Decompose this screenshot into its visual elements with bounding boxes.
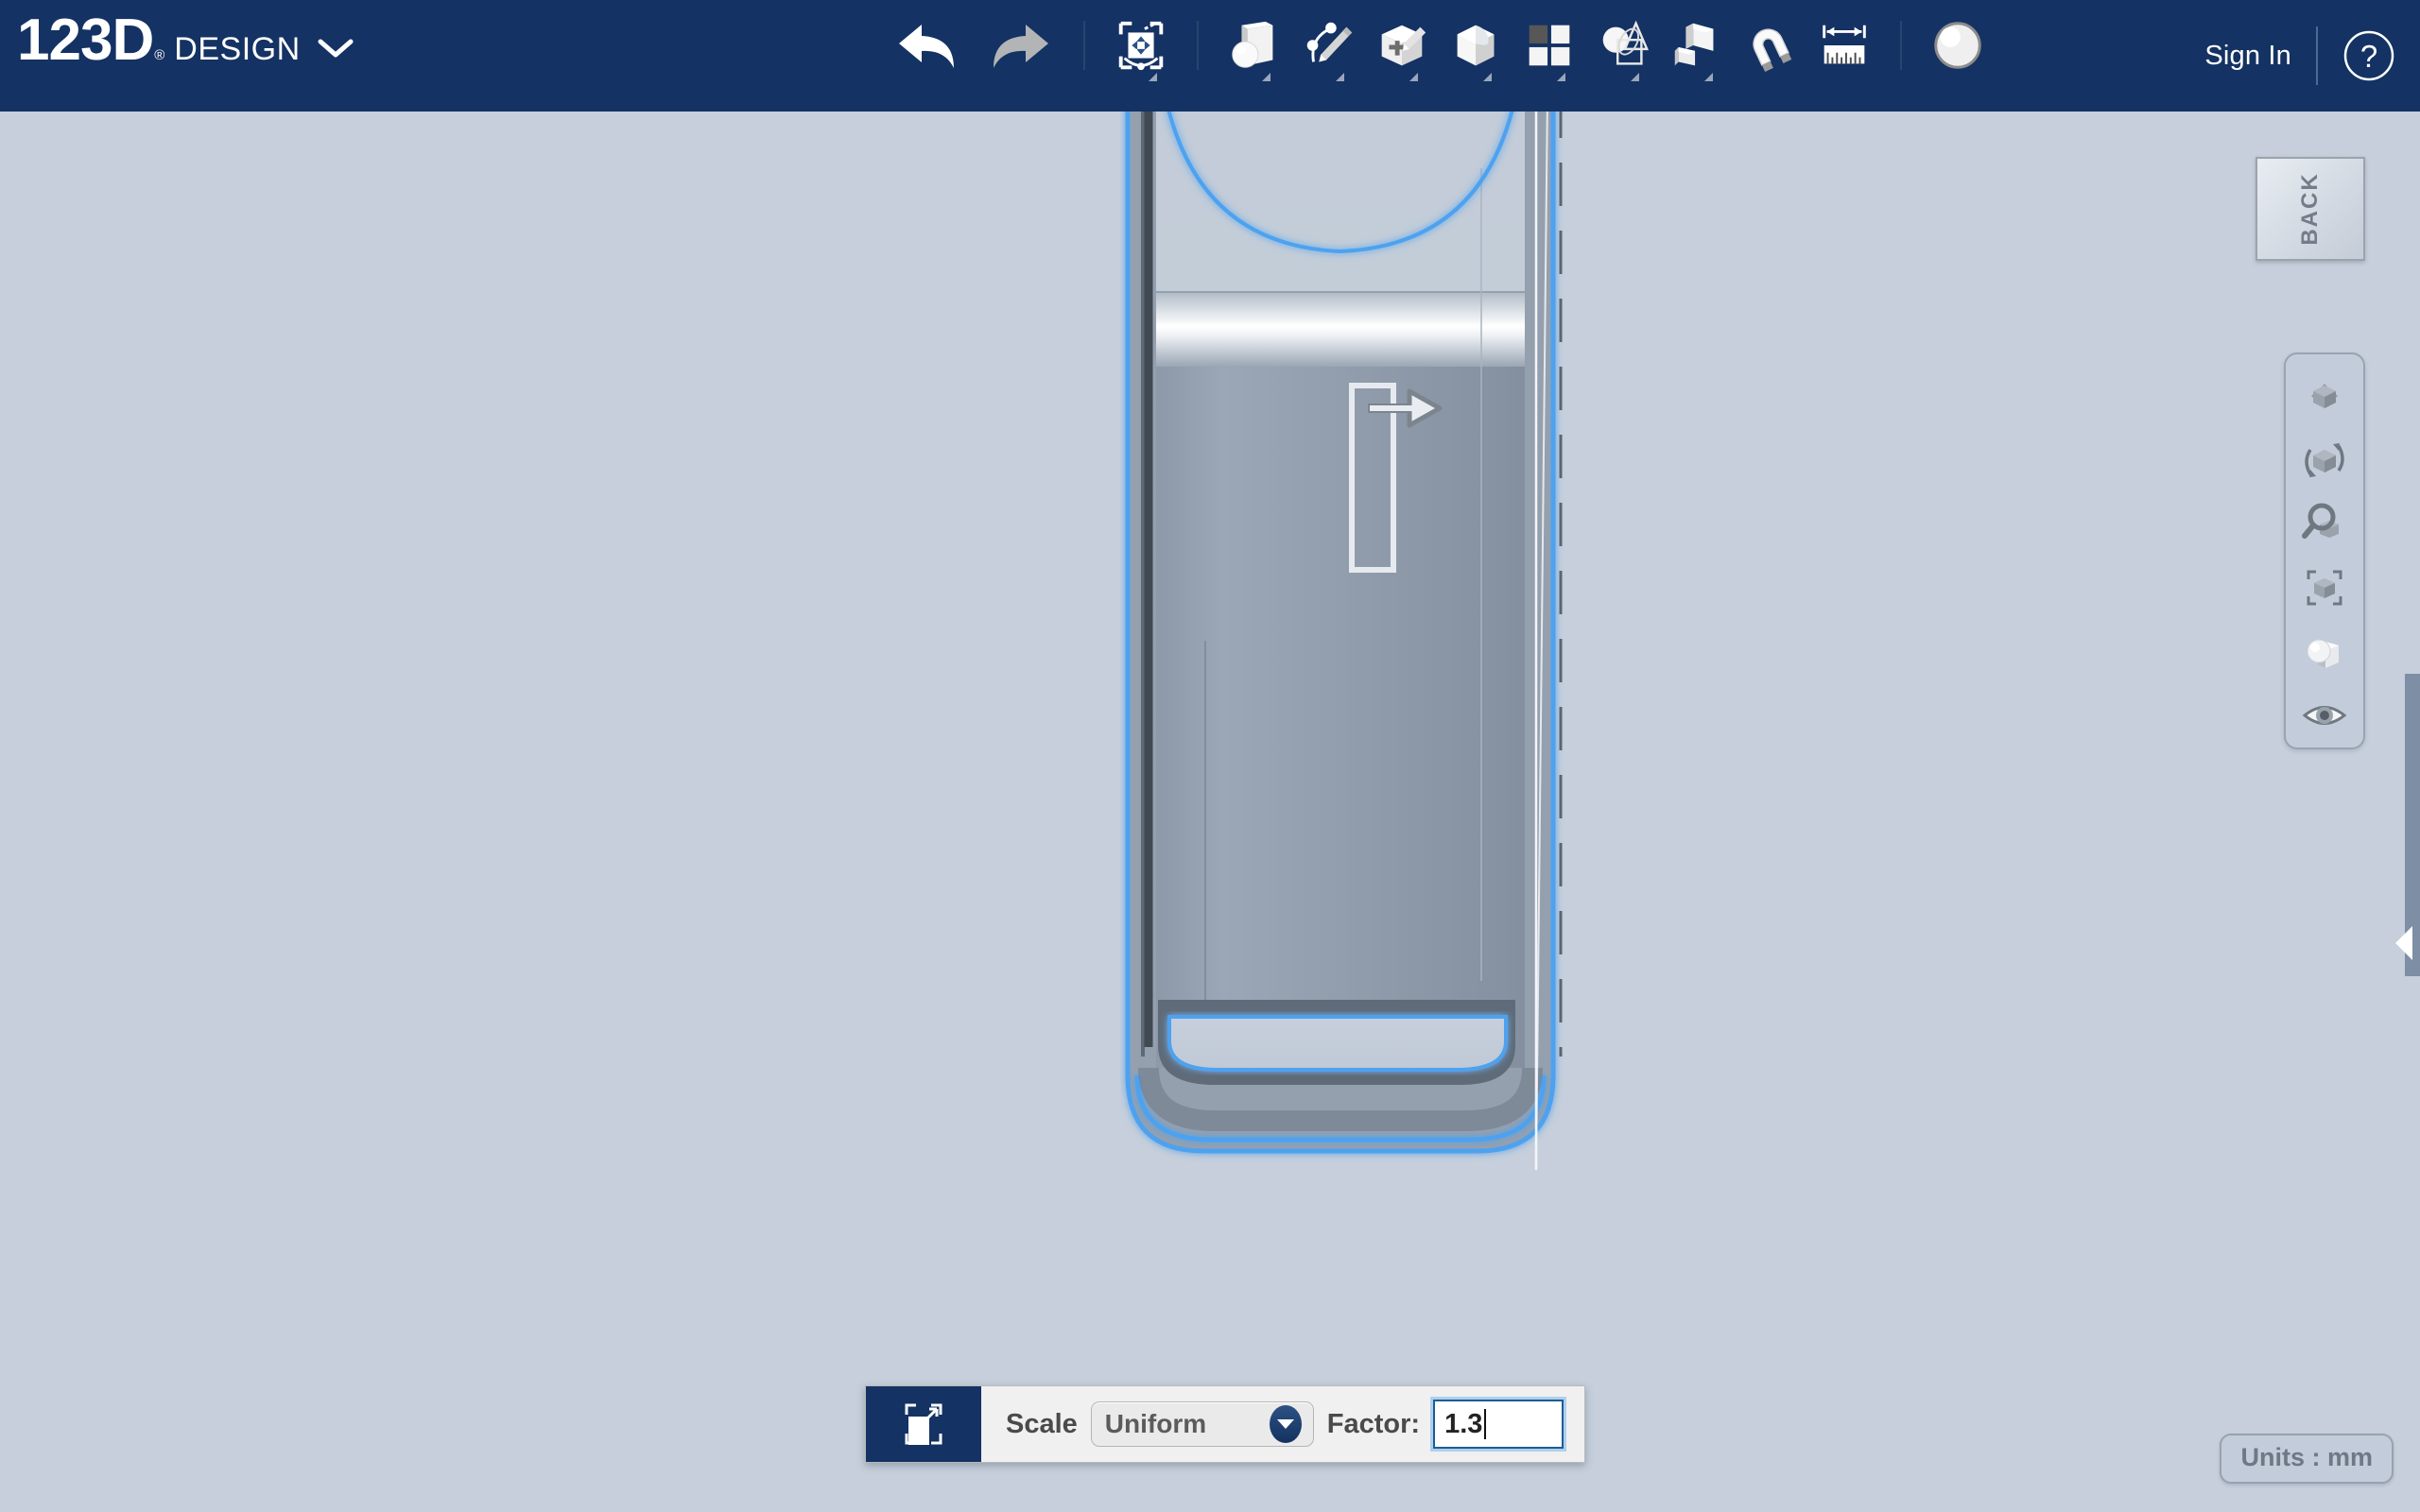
magnet-snap-icon bbox=[1752, 28, 1791, 72]
grouping-shapes-icon bbox=[1602, 20, 1649, 65]
nav-button-zoom[interactable] bbox=[2291, 491, 2358, 556]
fit-to-view-icon bbox=[2307, 570, 2342, 606]
triangle-left-icon[interactable] bbox=[2395, 926, 2412, 960]
menu-caret-icon bbox=[1409, 73, 1418, 81]
scale-type-value: Uniform bbox=[1104, 1409, 1207, 1438]
primitives-icon bbox=[1231, 21, 1273, 68]
undo-redo-group bbox=[883, 8, 1064, 83]
registered-mark: ® bbox=[154, 47, 165, 63]
chevron-down-icon[interactable] bbox=[318, 37, 354, 64]
brand-primary-text: 123D bbox=[17, 8, 154, 73]
toolbar-button-measure[interactable] bbox=[1807, 4, 1881, 87]
sphere-cube-shading-icon bbox=[2307, 639, 2339, 668]
ruler-measure-icon bbox=[1822, 25, 1866, 64]
menu-caret-icon bbox=[1335, 73, 1344, 81]
menu-caret-icon bbox=[1261, 73, 1270, 81]
sign-in-button[interactable]: Sign In bbox=[2204, 41, 2291, 72]
header-divider bbox=[2316, 26, 2318, 85]
viewport-canvas[interactable]: BACK Units: mm Scale Uniform Factor: 1.… bbox=[0, 112, 2420, 1512]
toolbar-button-pattern[interactable] bbox=[1512, 4, 1586, 87]
toolbar-button-combine[interactable] bbox=[1660, 4, 1734, 87]
construct-cube-plus-icon bbox=[1381, 25, 1426, 66]
model-3d-object[interactable] bbox=[1120, 112, 1612, 1189]
scale-label: Scale bbox=[1006, 1408, 1078, 1439]
app-window: 123D ® DESIGN Sign In ? BACK Units: mm … bbox=[0, 0, 2420, 1512]
help-icon[interactable]: ? bbox=[2342, 29, 2395, 82]
toolbar-button-material[interactable] bbox=[1921, 4, 1995, 87]
chevron-down-icon[interactable] bbox=[1269, 1405, 1302, 1443]
eye-visibility-icon bbox=[2302, 706, 2347, 726]
factor-label: Factor: bbox=[1326, 1408, 1421, 1439]
brand-secondary-text: DESIGN bbox=[174, 31, 301, 67]
sketch-pencil-icon bbox=[1306, 22, 1352, 62]
material-sphere-icon bbox=[1933, 22, 1981, 69]
toolbar-button-modify[interactable] bbox=[1439, 4, 1512, 87]
app-header: 123D ® DESIGN Sign In ? bbox=[0, 0, 2420, 112]
toolbar-divider bbox=[1082, 21, 1085, 70]
toolbar-button-grouping[interactable] bbox=[1586, 4, 1660, 87]
view-cube[interactable]: BACK bbox=[2256, 157, 2365, 261]
undo-button[interactable] bbox=[883, 8, 974, 83]
redo-button[interactable] bbox=[974, 8, 1064, 83]
toolbar-button-sketch[interactable] bbox=[1291, 4, 1365, 87]
nav-button-pan[interactable] bbox=[2291, 364, 2358, 428]
model-body-face bbox=[1156, 367, 1525, 1068]
toolbar-button-snap[interactable] bbox=[1734, 4, 1807, 87]
units-button[interactable]: Units : mm bbox=[2220, 1434, 2394, 1484]
nav-button-visibility[interactable] bbox=[2291, 683, 2358, 747]
factor-value: 1.3 bbox=[1444, 1408, 1483, 1439]
nav-button-shading[interactable] bbox=[2291, 620, 2358, 684]
model-bottom-cavity bbox=[1167, 1015, 1508, 1072]
transform-icon bbox=[1118, 21, 1163, 71]
modify-fillet-icon bbox=[1457, 25, 1495, 66]
scale-tool-icon bbox=[866, 1386, 981, 1462]
toolbar-button-transform[interactable] bbox=[1104, 4, 1178, 87]
menu-caret-icon bbox=[1556, 73, 1565, 81]
nav-button-orbit[interactable] bbox=[2291, 428, 2358, 492]
scale-dialog: Scale Uniform Factor: 1.3 bbox=[865, 1385, 1586, 1463]
toolbar-button-primitives[interactable] bbox=[1218, 4, 1291, 87]
nav-button-fit[interactable] bbox=[2291, 556, 2358, 620]
header-right-group: Sign In ? bbox=[2204, 0, 2395, 112]
menu-caret-icon bbox=[1148, 73, 1157, 81]
menu-caret-icon bbox=[1482, 73, 1492, 81]
combine-solids-icon bbox=[1674, 23, 1714, 66]
magnifier-cube-icon bbox=[2302, 503, 2339, 540]
model-top-band bbox=[1156, 293, 1525, 367]
navigation-panel bbox=[2284, 352, 2365, 749]
toolbar-button-construct[interactable] bbox=[1365, 4, 1439, 87]
pan-arrows-cube-icon bbox=[2311, 383, 2338, 408]
scale-type-dropdown[interactable]: Uniform bbox=[1090, 1401, 1314, 1447]
menu-caret-icon bbox=[1630, 73, 1639, 81]
pattern-grid-icon bbox=[1529, 25, 1569, 66]
text-cursor bbox=[1484, 1409, 1487, 1439]
menu-caret-icon bbox=[1703, 73, 1713, 81]
brand-logo[interactable]: 123D ® DESIGN bbox=[17, 11, 354, 70]
toolbar-divider bbox=[1196, 21, 1199, 70]
svg-text:?: ? bbox=[2360, 39, 2377, 74]
orbit-rotate-cube-icon bbox=[2305, 442, 2344, 477]
view-cube-label: BACK bbox=[2297, 172, 2323, 246]
toolbar-divider bbox=[1899, 21, 1902, 70]
factor-input[interactable]: 1.3 bbox=[1430, 1397, 1567, 1452]
scale-dialog-body: Scale Uniform Factor: 1.3 bbox=[981, 1386, 1584, 1462]
